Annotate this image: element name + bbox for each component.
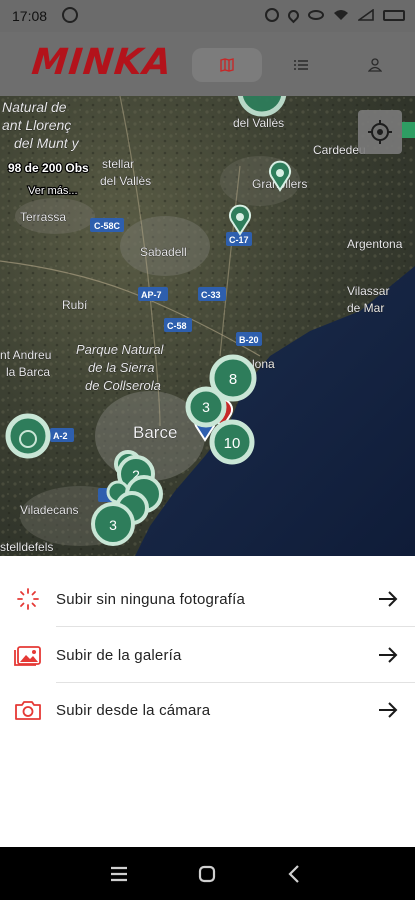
road-shield-label: AP-7 xyxy=(141,290,162,300)
map-label: Viladecans xyxy=(20,503,79,517)
road-shield-label: C-33 xyxy=(201,290,221,300)
map-icon xyxy=(220,58,234,72)
option-label: Subir de la galería xyxy=(56,646,182,664)
map-label: stellar xyxy=(102,157,134,171)
app-header: MINKA xyxy=(0,32,415,96)
park-label-collserola: Parque Natural de la Sierra de Collserol… xyxy=(76,342,165,394)
map-label-barcelona: Barce xyxy=(133,423,177,442)
svg-text:Parque Natural: Parque Natural xyxy=(76,342,165,357)
svg-text:de Collserola: de Collserola xyxy=(85,378,161,393)
map-label: Vilassar xyxy=(347,284,389,298)
status-time: 17:08 xyxy=(12,8,48,24)
map-label: del Vallès xyxy=(233,116,284,130)
map-label: Terrassa xyxy=(20,210,66,224)
cluster-marker[interactable] xyxy=(5,413,51,459)
upload-options-sheet: Subir sin ninguna fotografía Subir de la… xyxy=(0,556,415,847)
map-label: Cardedeu xyxy=(313,143,366,157)
tab-map[interactable] xyxy=(192,48,262,82)
satellite-map[interactable]: Natural de ant Llorenç del Munt y 98 de … xyxy=(0,96,415,556)
no-photo-icon xyxy=(17,588,39,610)
svg-text:10: 10 xyxy=(224,435,241,452)
see-more-link[interactable]: Ver más... xyxy=(27,184,79,198)
svg-text:8: 8 xyxy=(229,371,237,388)
status-bar: 17:08 xyxy=(0,0,415,32)
battery-icon xyxy=(383,9,405,21)
arrow-right-icon xyxy=(379,591,398,607)
road-shield-label: C-58C xyxy=(94,221,121,231)
locate-me-button[interactable] xyxy=(358,110,402,154)
upload-no-photo-option[interactable]: Subir sin ninguna fotografía xyxy=(0,571,415,627)
status-icons xyxy=(265,7,405,23)
back-icon[interactable] xyxy=(284,863,306,885)
tab-list[interactable] xyxy=(266,48,336,82)
option-label: Subir sin ninguna fotografía xyxy=(56,590,246,608)
svg-text:Natural de: Natural de xyxy=(2,99,67,115)
map-label: la Barca xyxy=(6,365,50,379)
camera-icon xyxy=(15,701,41,720)
map-label: nt Andreu xyxy=(0,348,51,362)
arrow-right-icon xyxy=(379,647,398,663)
svg-text:3: 3 xyxy=(109,517,117,533)
view-tabs xyxy=(192,48,410,82)
map-label: Rubí xyxy=(62,298,88,312)
road-shield-label: A-2 xyxy=(53,431,68,441)
map-label: del Vallès xyxy=(100,174,151,188)
road-shield xyxy=(402,122,415,138)
upload-camera-option[interactable]: Subir desde la cámara xyxy=(0,682,415,738)
svg-text:del Munt y: del Munt y xyxy=(14,135,80,151)
list-icon xyxy=(294,60,308,70)
arrow-right-icon xyxy=(379,702,398,718)
wifi-icon xyxy=(334,10,348,20)
option-label: Subir desde la cámara xyxy=(56,701,211,719)
map-label: de Mar xyxy=(347,301,384,315)
observations-count: 98 de 200 Obs xyxy=(8,161,89,175)
road-shield-label: B-20 xyxy=(239,335,259,345)
upload-gallery-option[interactable]: Subir de la galería xyxy=(0,627,415,683)
svg-text:3: 3 xyxy=(202,399,210,415)
cluster-marker[interactable]: 10 xyxy=(209,419,255,465)
signal-icon xyxy=(358,9,374,21)
road-shield-label: C-17 xyxy=(229,235,249,245)
app-logo: MINKA xyxy=(29,42,175,83)
home-icon[interactable] xyxy=(196,863,218,885)
tab-profile[interactable] xyxy=(340,48,410,82)
eye-icon xyxy=(308,10,324,20)
map-label: lona xyxy=(252,357,275,371)
svg-text:ant Llorenç: ant Llorenç xyxy=(2,117,71,133)
map-label: stelldefels xyxy=(0,540,53,554)
system-nav-bar xyxy=(0,847,415,900)
road-shield-label: C-58 xyxy=(167,321,187,331)
whatsapp-icon xyxy=(62,7,78,23)
alarm-icon xyxy=(265,8,279,22)
svg-text:de la Sierra: de la Sierra xyxy=(88,360,154,375)
recents-icon[interactable] xyxy=(108,863,130,885)
map-label: Sabadell xyxy=(140,245,187,259)
gallery-icon xyxy=(14,646,41,666)
location-icon xyxy=(285,7,302,23)
cluster-marker[interactable]: 3 xyxy=(185,386,227,428)
profile-icon xyxy=(368,58,382,72)
map-label: Argentona xyxy=(347,237,403,251)
